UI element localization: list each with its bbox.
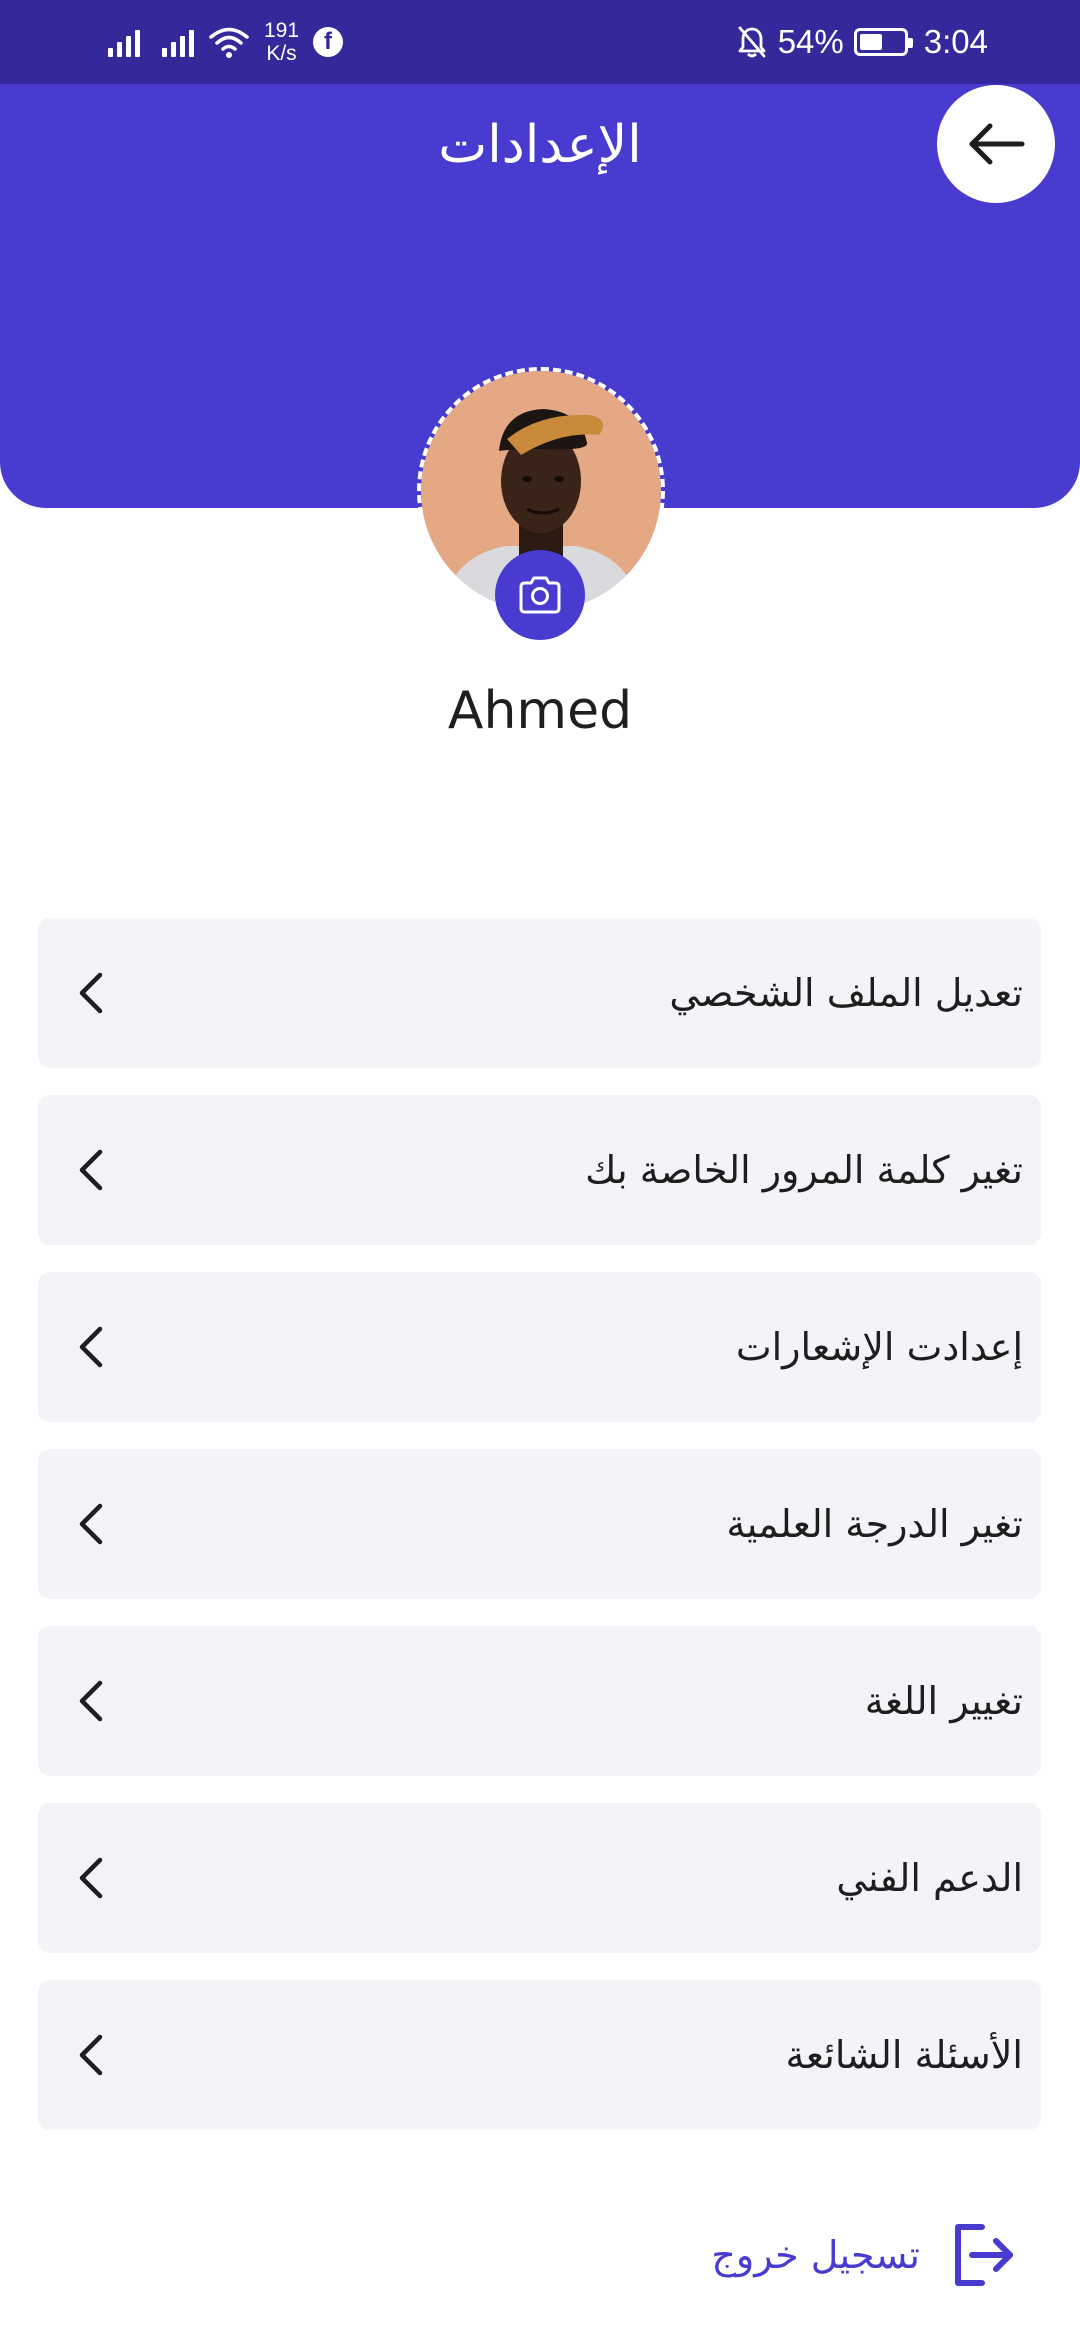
chevron-left-icon [79,1680,103,1722]
chevron-left-icon [79,1326,103,1368]
menu-item-label: الأسئلة الشائعة [785,2033,1023,2077]
signal-icon [108,27,140,57]
menu-item-label: تغير الدرجة العلمية [726,1502,1023,1546]
menu-item-label: تغيير اللغة [864,1679,1023,1723]
status-right: 54% 3:04 [736,14,988,70]
signal-icon-2 [162,27,194,57]
chevron-left-icon [79,1857,103,1899]
camera-icon [519,576,561,614]
logout-icon [955,2224,1013,2286]
menu-item-label: الدعم الفني [836,1856,1023,1900]
menu-item-edit-profile[interactable]: تعديل الملف الشخصي [38,918,1041,1068]
arrow-left-icon [969,123,1025,165]
facebook-icon: f [313,27,344,57]
battery-percent: 54% [777,23,844,60]
back-button[interactable] [937,85,1055,203]
chevron-left-icon [79,972,103,1014]
menu-item-label: إعدادت الإشعارات [735,1325,1023,1369]
network-speed-value: 191 [264,19,300,42]
battery-icon [853,28,913,56]
network-speed: 191 K/s [264,19,299,65]
status-bar: 191 K/s f 54% 3:04 [0,0,1080,84]
menu-item-technical-support[interactable]: الدعم الفني [38,1803,1041,1953]
page-title: الإعدادات [438,115,642,175]
menu-item-change-password[interactable]: تغير كلمة المرور الخاصة بك [38,1095,1041,1245]
chevron-left-icon [79,1149,103,1191]
menu-item-label: تعديل الملف الشخصي [669,971,1023,1015]
menu-item-change-language[interactable]: تغيير اللغة [38,1626,1041,1776]
network-speed-unit: K/s [266,42,297,65]
bell-muted-icon [738,26,766,58]
menu-item-label: تغير كلمة المرور الخاصة بك [585,1148,1023,1192]
wifi-icon [209,27,249,58]
menu-item-faq[interactable]: الأسئلة الشائعة [38,1980,1041,2130]
menu-item-change-degree[interactable]: تغير الدرجة العلمية [38,1449,1041,1599]
change-photo-button[interactable] [495,550,585,640]
clock: 3:04 [923,23,988,60]
menu-item-notification-settings[interactable]: إعدادت الإشعارات [38,1272,1041,1422]
chevron-left-icon [79,1503,103,1545]
status-left: 191 K/s f [108,14,344,70]
battery-fill [859,34,883,50]
logout-button[interactable]: تسجيل خروج [711,2215,1020,2295]
chevron-left-icon [79,2034,103,2076]
logout-label: تسجيل خروج [711,2233,920,2277]
user-name: Ahmed [447,681,633,741]
